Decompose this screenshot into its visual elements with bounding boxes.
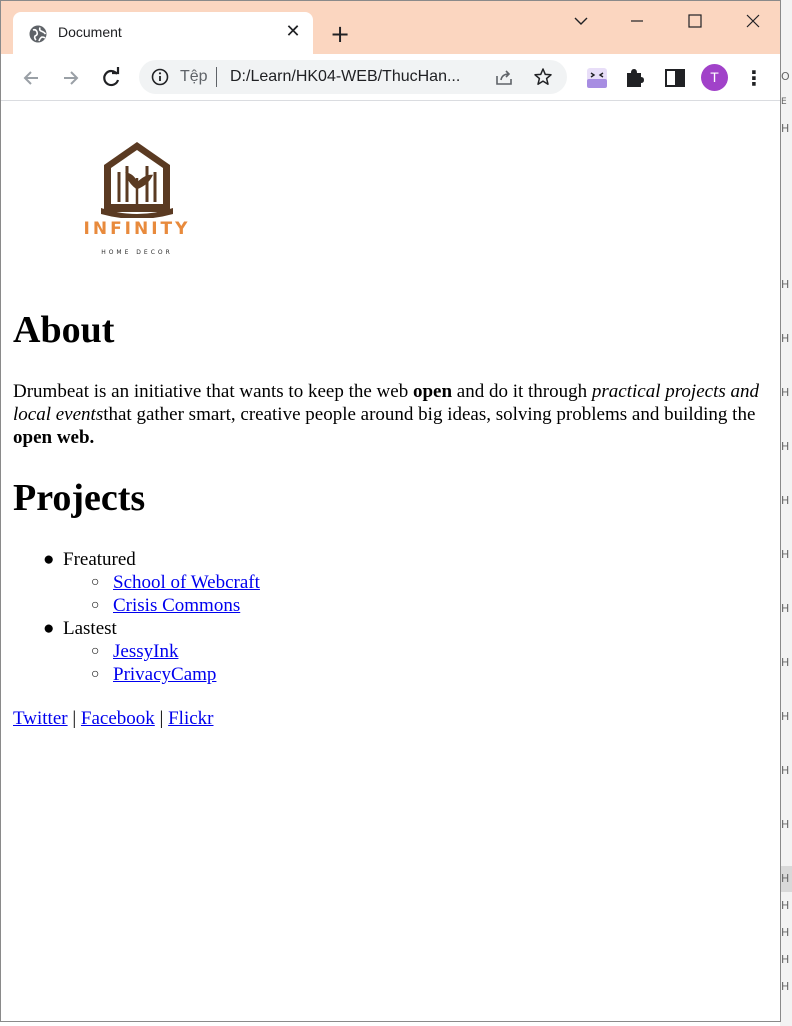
avatar[interactable]: T	[701, 64, 728, 91]
star-icon[interactable]	[533, 67, 553, 87]
browser-window: Document ✕ + Tệp D:/Learn/HK04-WEB/ThucH…	[0, 0, 781, 1022]
background-text: H	[781, 386, 790, 399]
bullet: ○	[91, 644, 100, 659]
list-item: ○ PrivacyCamp	[13, 663, 260, 686]
bullet: ○	[91, 598, 100, 613]
background-text: H	[781, 899, 790, 912]
twitter-link[interactable]: Twitter	[13, 708, 68, 729]
list-item-label: Freatured	[63, 549, 136, 570]
about-heading: About	[13, 309, 115, 351]
project-link[interactable]: School of Webcraft	[113, 572, 260, 593]
bullet: ●	[43, 618, 55, 639]
separator: |	[159, 708, 164, 729]
background-text: H	[781, 494, 790, 507]
background-text: E	[781, 97, 787, 107]
forward-arrow-icon[interactable]	[57, 64, 85, 92]
close-icon[interactable]: ✕	[281, 20, 305, 44]
list-item: ○ Crisis Commons	[13, 594, 260, 617]
background-text: H	[781, 440, 790, 453]
project-link[interactable]: Crisis Commons	[113, 595, 240, 616]
bullet: ○	[91, 575, 100, 590]
logo-brand-text: INFINITY	[83, 219, 191, 239]
back-arrow-icon[interactable]	[17, 64, 45, 92]
bullet: ●	[43, 549, 55, 570]
background-text: H	[781, 764, 790, 777]
infinity-logo: INFINITY HOME DECOR	[71, 138, 203, 256]
address-url[interactable]: D:/Learn/HK04-WEB/ThucHan...	[230, 68, 480, 86]
flickr-link[interactable]: Flickr	[168, 708, 213, 729]
about-bold-open: open	[412, 381, 453, 402]
project-link[interactable]: PrivacyCamp	[113, 664, 216, 685]
logo-tagline: HOME DECOR	[101, 249, 173, 256]
list-item: ● Lastest	[13, 617, 260, 640]
background-text: H	[781, 122, 790, 135]
background-text: H	[781, 602, 790, 615]
about-paragraph: Drumbeat is an initiative that wants to …	[13, 380, 773, 449]
title-bar: Document ✕ +	[1, 1, 780, 54]
about-text: that gather smart, creative people aroun…	[103, 404, 756, 425]
puzzle-icon[interactable]	[621, 64, 649, 92]
tab-title: Document	[58, 24, 122, 40]
background-text: H	[781, 818, 790, 831]
share-icon[interactable]	[494, 67, 514, 87]
kebab-menu-icon[interactable]: ⋮	[744, 64, 764, 92]
list-item-label: Lastest	[63, 618, 117, 639]
minimize-icon[interactable]	[617, 7, 657, 35]
address-divider	[216, 67, 217, 87]
reload-icon[interactable]	[97, 64, 125, 92]
list-item: ○ JessyInk	[13, 640, 260, 663]
background-text: H	[781, 548, 790, 561]
background-text: H	[781, 980, 790, 993]
background-text: H	[781, 332, 790, 345]
background-text: O	[781, 70, 790, 83]
project-link[interactable]: JessyInk	[113, 641, 178, 662]
address-bar[interactable]: Tệp D:/Learn/HK04-WEB/ThucHan...	[139, 60, 567, 94]
background-text: H	[781, 710, 790, 723]
page-content: INFINITY HOME DECOR About Drumbeat is an…	[1, 102, 780, 1021]
info-icon[interactable]	[151, 68, 169, 86]
social-links: Twitter | Facebook | Flickr	[13, 707, 214, 730]
about-text: and do it through	[452, 381, 592, 402]
house-plant-logo-icon	[101, 142, 173, 219]
separator: |	[72, 708, 77, 729]
facebook-link[interactable]: Facebook	[81, 708, 155, 729]
background-text: H	[781, 953, 790, 966]
background-window: O E H H H H H H H H H H H H H H H H H	[780, 0, 792, 1026]
about-bold-open-web: open web.	[13, 427, 95, 448]
background-text: H	[781, 656, 790, 669]
projects-list: ● Freatured ○ School of Webcraft ○ Crisis C…	[13, 548, 260, 686]
extension-face-icon[interactable]	[583, 64, 611, 92]
close-window-icon[interactable]	[733, 7, 773, 35]
tab-document[interactable]: Document ✕	[13, 12, 313, 54]
plus-icon[interactable]: +	[326, 20, 354, 48]
about-text: Drumbeat is an initiative that wants to …	[13, 381, 413, 402]
background-text: H	[781, 278, 790, 291]
projects-heading: Projects	[13, 477, 146, 519]
side-panel-icon[interactable]	[661, 64, 689, 92]
list-item: ○ School of Webcraft	[13, 571, 260, 594]
list-item: ● Freatured	[13, 548, 260, 571]
browser-toolbar: Tệp D:/Learn/HK04-WEB/ThucHan... T ⋮	[1, 54, 780, 101]
maximize-icon[interactable]	[675, 7, 715, 35]
bullet: ○	[91, 667, 100, 682]
background-text: H	[781, 926, 790, 939]
globe-icon	[29, 25, 47, 43]
address-scheme: Tệp	[180, 68, 208, 85]
background-text: H	[781, 872, 790, 885]
chevron-down-icon[interactable]	[561, 7, 601, 35]
